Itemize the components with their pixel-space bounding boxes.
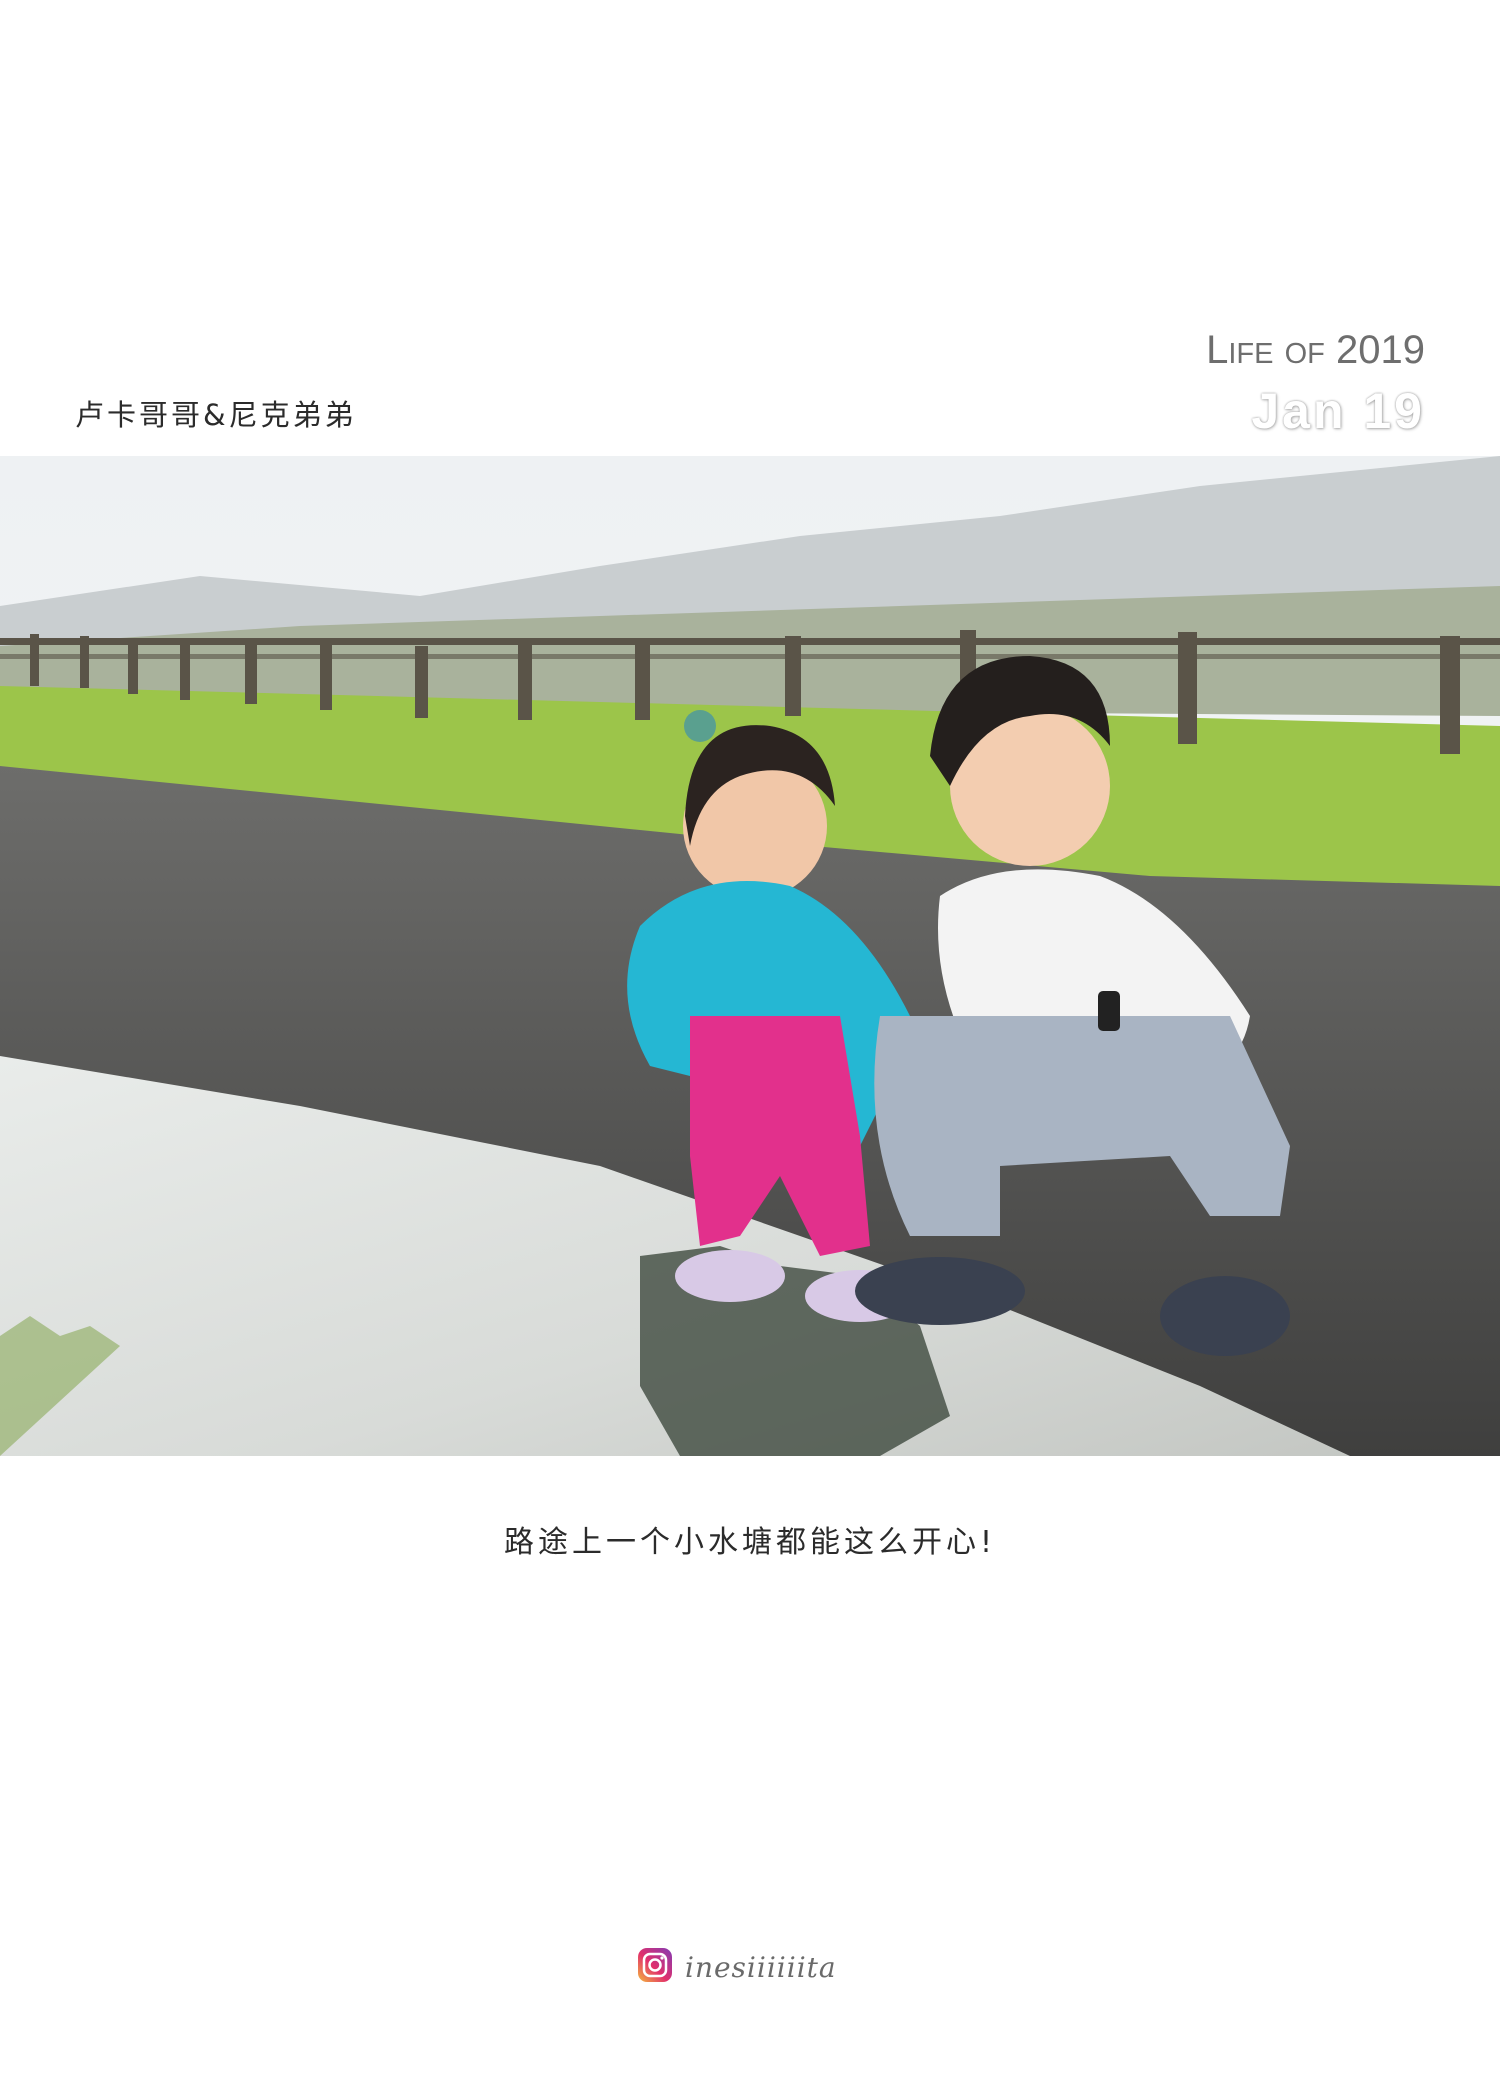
handle-text: inesiiiiiita xyxy=(685,1950,837,1984)
life-initial: L xyxy=(1206,328,1229,372)
instagram-handle[interactable]: inesiiiiiita xyxy=(637,1947,837,1987)
caption: 路途上一个小水塘都能这么开心! xyxy=(503,1525,997,1560)
main-photo xyxy=(0,456,1500,1456)
names-label: 卢卡哥哥&尼克弟弟 xyxy=(75,398,357,432)
life-of: OF xyxy=(1284,338,1325,370)
life-rest: IFE xyxy=(1228,338,1274,370)
instagram-icon xyxy=(637,1947,673,1987)
life-of-year-label: LIFE OF 2019 xyxy=(1206,328,1425,373)
date-label: Jan 19 xyxy=(1251,383,1425,439)
life-year: 2019 xyxy=(1336,328,1425,372)
